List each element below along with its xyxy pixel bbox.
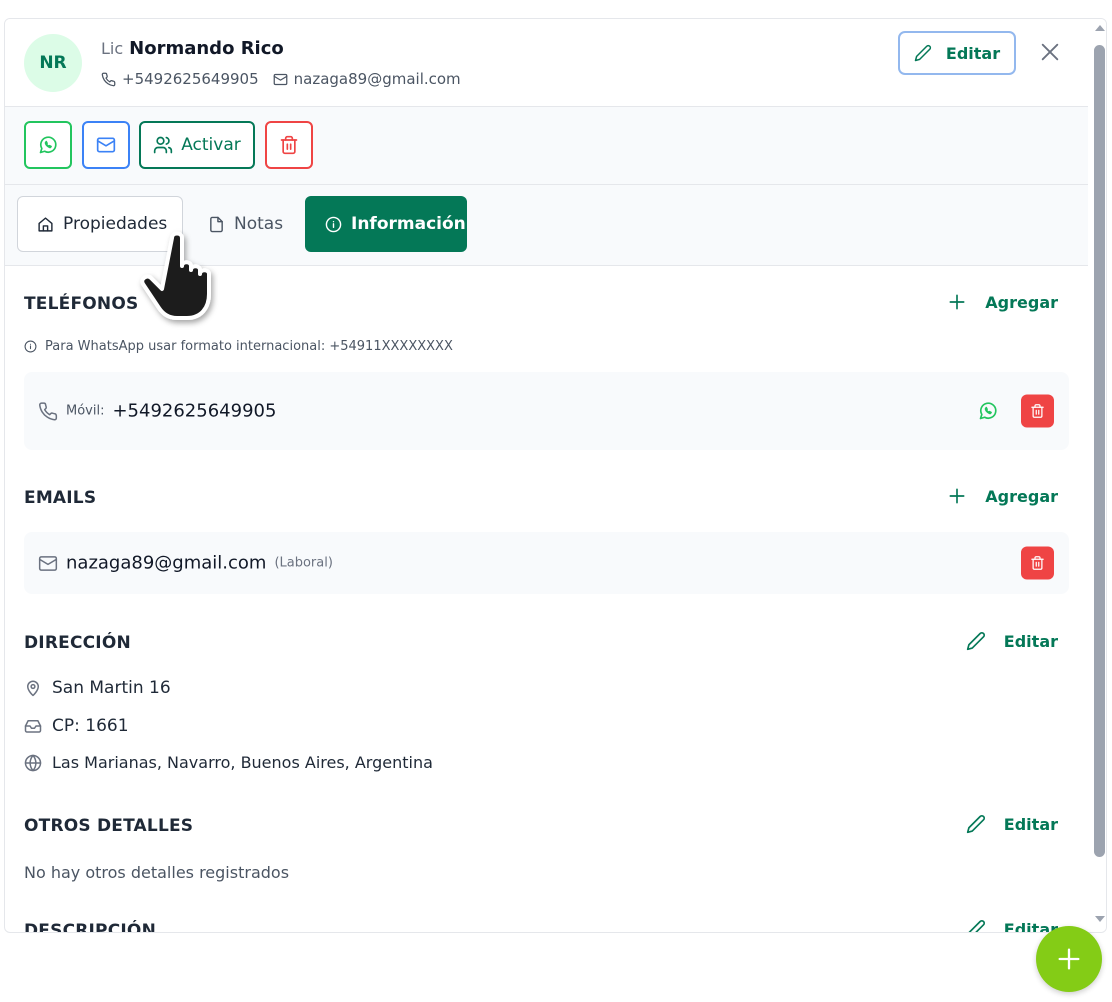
scroll-up-arrow-icon[interactable] — [1095, 25, 1105, 31]
plus-icon — [1058, 948, 1080, 970]
edit-label: Editar — [945, 43, 1001, 63]
trash-icon — [1031, 556, 1044, 570]
header-phone: +5492625649905 — [122, 70, 259, 88]
contact-name-line: Lic Normando Rico — [101, 38, 284, 59]
name-prefix: Lic — [101, 39, 124, 58]
whatsapp-button[interactable] — [24, 121, 72, 169]
home-icon — [38, 216, 53, 232]
info-icon — [325, 216, 342, 232]
add-fab-button[interactable] — [1036, 926, 1102, 992]
street-text: San Martin 16 — [52, 678, 171, 698]
delete-email-button[interactable] — [1021, 546, 1054, 580]
scroll-down-arrow-icon[interactable] — [1095, 916, 1105, 922]
add-label: Agregar — [985, 486, 1058, 506]
email-entry-content: nazaga89@gmail.com (Laboral) — [38, 553, 333, 574]
edit-other-details-button[interactable]: Editar — [966, 814, 1058, 834]
pencil-icon — [968, 920, 985, 932]
map-pin-icon — [27, 680, 39, 697]
email-entry: nazaga89@gmail.com (Laboral) — [24, 532, 1069, 594]
edit-description-button[interactable]: Editar — [966, 919, 1058, 932]
address-location: Las Marianas, Navarro, Buenos Aires, Arg… — [24, 753, 433, 772]
activate-label: Activar — [181, 135, 241, 155]
add-label: Agregar — [985, 292, 1058, 312]
email-address: nazaga89@gmail.com — [66, 552, 267, 574]
close-button[interactable] — [1037, 39, 1063, 65]
phone-number: +5492625649905 — [112, 400, 277, 422]
inbox-icon — [24, 720, 42, 733]
contact-summary: +5492625649905 nazaga89@gmail.com — [101, 70, 461, 88]
tab-label: Notas — [234, 214, 284, 234]
hint-text: Para WhatsApp usar formato internacional… — [45, 339, 453, 354]
close-icon — [1041, 43, 1059, 61]
globe-icon — [24, 753, 42, 772]
phone-type: Móvil: — [66, 403, 105, 419]
info-content: TELÉFONOS Agregar Para WhatsApp usar for… — [5, 266, 1088, 933]
tab-informacion[interactable]: Información — [305, 196, 467, 252]
pencil-icon — [966, 632, 985, 651]
pencil-icon — [966, 815, 985, 834]
add-email-button[interactable]: Agregar — [947, 486, 1058, 506]
phone-icon — [101, 72, 116, 86]
scrollbar-thumb[interactable] — [1094, 45, 1105, 857]
hand-pointer-cursor-icon — [140, 231, 211, 320]
delete-contact-button[interactable] — [265, 121, 313, 169]
emails-title: EMAILS — [24, 488, 97, 508]
action-bar: Activar — [5, 107, 1088, 185]
delete-phone-button[interactable] — [1021, 394, 1054, 428]
pencil-icon — [914, 44, 931, 62]
address-street: San Martin 16 — [24, 678, 171, 698]
mail-icon — [96, 137, 116, 153]
whatsapp-icon — [39, 136, 57, 154]
trash-icon — [1031, 404, 1044, 418]
address-postal-code: CP: 1661 — [24, 716, 129, 736]
mail-icon — [38, 555, 58, 571]
phone-entry: Móvil: +5492625649905 — [24, 372, 1069, 450]
edit-label: Editar — [1003, 631, 1058, 651]
info-icon — [24, 340, 37, 353]
address-title: DIRECCIÓN — [24, 633, 131, 653]
plus-icon — [949, 294, 965, 310]
activate-button[interactable]: Activar — [139, 121, 255, 169]
other-details-empty: No hay otros detalles registrados — [24, 863, 290, 882]
contact-header: NR Lic Normando Rico +5492625649905 nazag… — [5, 19, 1088, 107]
scrollbar[interactable] — [1092, 19, 1106, 932]
trash-icon — [280, 135, 298, 155]
mail-icon — [273, 73, 288, 85]
avatar: NR — [24, 34, 82, 92]
send-email-button[interactable] — [82, 121, 130, 169]
edit-label: Editar — [1003, 814, 1058, 834]
location-text: Las Marianas, Navarro, Buenos Aires, Arg… — [52, 753, 433, 772]
description-title: DESCRIPCIÓN — [24, 921, 156, 933]
phone-icon — [39, 401, 58, 420]
phone-entry-content: Móvil: +5492625649905 — [38, 401, 276, 422]
postal-code-text: CP: 1661 — [52, 716, 129, 736]
edit-contact-button[interactable]: Editar — [898, 31, 1016, 75]
contact-name: Normando Rico — [129, 38, 284, 59]
contact-detail-panel: NR Lic Normando Rico +5492625649905 nazag… — [4, 18, 1107, 933]
whatsapp-hint: Para WhatsApp usar formato internacional… — [24, 339, 453, 354]
email-type: (Laboral) — [274, 555, 333, 571]
plus-icon — [949, 488, 965, 504]
edit-address-button[interactable]: Editar — [966, 631, 1058, 651]
other-details-title: OTROS DETALLES — [24, 816, 194, 836]
add-phone-button[interactable]: Agregar — [947, 292, 1058, 312]
whatsapp-icon[interactable] — [978, 401, 998, 421]
phones-title: TELÉFONOS — [24, 294, 139, 314]
tab-label: Información — [351, 214, 466, 234]
header-email: nazaga89@gmail.com — [293, 70, 461, 88]
users-icon — [154, 136, 173, 154]
